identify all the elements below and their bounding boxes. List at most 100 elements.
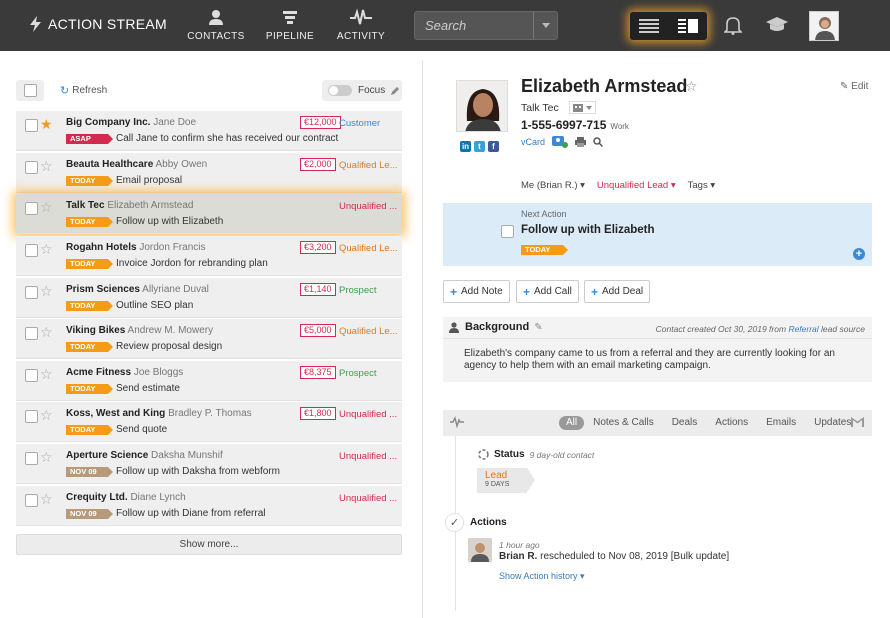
split-view-button[interactable] (669, 12, 708, 40)
star-icon[interactable]: ☆ (40, 158, 53, 175)
add-action-icon[interactable]: + (853, 248, 865, 260)
row-checkbox[interactable] (25, 202, 38, 216)
star-icon[interactable]: ☆ (40, 449, 53, 466)
star-icon[interactable]: ☆ (40, 283, 53, 300)
list-item[interactable]: ☆ Crequity Ltd. Diane Lynch Unqualified ..… (16, 485, 402, 526)
list-item[interactable]: ☆ Prism Sciences Allyriane Duval €1,140 Pro… (16, 277, 402, 318)
star-icon[interactable]: ☆ (40, 199, 53, 216)
edit-button[interactable]: ✎ Edit (840, 81, 868, 92)
gmail-icon[interactable] (851, 417, 864, 427)
add-call-label: Add Call (534, 286, 572, 297)
twitter-icon[interactable]: t (474, 141, 485, 152)
list-item[interactable]: ☆ Acme Fitness Joe Bloggs €8,375 Prospect TO… (16, 360, 402, 401)
academy-button[interactable] (765, 14, 789, 37)
print-icon[interactable] (575, 137, 587, 147)
stage-dropdown[interactable]: Unqualified Lead ▾ (597, 180, 676, 191)
row-checkbox[interactable] (25, 243, 38, 257)
row-company[interactable]: Talk Tec Elizabeth Armstead (66, 200, 194, 211)
contact-org[interactable]: Talk Tec (521, 102, 559, 114)
select-all-checkbox[interactable] (16, 80, 44, 101)
row-company[interactable]: Big Company Inc. Jane Doe (66, 117, 196, 128)
list-item[interactable]: ☆ Talk Tec Elizabeth Armstead Unqualified … (16, 194, 402, 235)
star-icon[interactable]: ☆ (40, 366, 53, 383)
company-name: Koss, West and King (66, 408, 166, 420)
list-item[interactable]: ☆ Koss, West and King Bradley P. Thomas €1… (16, 402, 402, 443)
show-action-history-link[interactable]: Show Action history ▾ (499, 571, 585, 582)
row-checkbox[interactable] (25, 410, 38, 424)
star-icon[interactable]: ☆ (40, 324, 53, 341)
list-item[interactable]: ★ Big Company Inc. Jane Doe €12,000 Custome… (16, 111, 402, 151)
action-user[interactable]: Brian R. (499, 551, 537, 562)
nav-pipeline[interactable]: PIPELINE (255, 7, 325, 42)
list-item[interactable]: ☆ Rogahn Hotels Jordon Francis €3,200 Quali… (16, 235, 402, 276)
company-name: Viking Bikes (66, 325, 126, 337)
due-tag: TODAY (66, 175, 113, 186)
vcard-link[interactable]: vCard (521, 137, 545, 147)
row-company[interactable]: Beauta Healthcare Abby Owen (66, 159, 207, 170)
add-deal-button[interactable]: + Add Deal (584, 280, 651, 303)
org-selector[interactable] (568, 101, 596, 114)
search-input[interactable] (415, 12, 533, 39)
star-icon[interactable]: ☆ (40, 241, 53, 258)
contact-photo[interactable] (456, 80, 508, 132)
lead-source-link[interactable]: Referral (788, 324, 818, 334)
contact-phone[interactable]: 1-555-6997-715 Work (521, 118, 629, 132)
pulse-icon (450, 416, 464, 428)
facebook-icon[interactable]: f (488, 141, 499, 152)
row-company[interactable]: Acme Fitness Joe Bloggs (66, 367, 183, 378)
add-call-button[interactable]: + Add Call (516, 280, 579, 303)
favorite-star-icon[interactable]: ☆ (685, 78, 698, 95)
row-checkbox[interactable] (25, 493, 38, 507)
check-icon: ✓ (445, 513, 464, 532)
brand[interactable]: ACTION STREAM (30, 16, 167, 32)
row-checkbox[interactable] (25, 285, 38, 299)
nav-contacts[interactable]: CONTACTS (181, 7, 251, 42)
owner-dropdown[interactable]: Me (Brian R.) ▾ (521, 180, 585, 191)
search-dropdown[interactable] (533, 12, 557, 39)
list-item[interactable]: ☆ Aperture Science Daksha Munshif Unqualif… (16, 444, 402, 485)
row-company[interactable]: Rogahn Hotels Jordon Francis (66, 242, 205, 253)
add-contact-icon[interactable] (552, 136, 569, 148)
star-icon[interactable]: ☆ (40, 491, 53, 508)
row-checkbox[interactable] (25, 452, 38, 466)
add-note-button[interactable]: + Add Note (443, 280, 510, 303)
show-more-button[interactable]: Show more... (16, 534, 402, 555)
star-icon[interactable]: ☆ (40, 407, 53, 424)
graduation-cap-icon (766, 17, 788, 31)
tags-dropdown[interactable]: Tags ▾ (688, 180, 716, 191)
list-view-button[interactable] (630, 12, 669, 40)
next-action-checkbox[interactable] (501, 225, 514, 238)
row-company[interactable]: Prism Sciences Allyriane Duval (66, 284, 209, 295)
row-company[interactable]: Koss, West and King Bradley P. Thomas (66, 408, 252, 419)
feed-tab[interactable]: Emails (757, 416, 805, 430)
background-title-label: Background (465, 321, 530, 333)
row-checkbox[interactable] (25, 327, 38, 341)
linkedin-icon[interactable]: in (460, 141, 471, 152)
row-company[interactable]: Viking Bikes Andrew M. Mowery (66, 325, 213, 336)
list-item[interactable]: ☆ Viking Bikes Andrew M. Mowery €5,000 Qual… (16, 319, 402, 360)
row-checkbox[interactable] (25, 368, 38, 382)
search-icon[interactable] (593, 137, 604, 147)
company-name: Talk Tec (66, 200, 105, 212)
row-company[interactable]: Crequity Ltd. Diane Lynch (66, 492, 186, 503)
star-icon[interactable]: ★ (40, 116, 53, 133)
background-section: Background ✎ Contact created Oct 30, 201… (443, 317, 872, 382)
feed-tab[interactable]: Actions (706, 416, 757, 430)
feed-tab[interactable]: Notes & Calls (584, 416, 663, 430)
person-icon (449, 321, 459, 333)
bell-icon (723, 17, 743, 35)
next-action-task[interactable]: Follow up with Elizabeth (521, 224, 655, 236)
user-avatar[interactable] (809, 11, 839, 41)
feed-tab[interactable]: All (559, 416, 585, 430)
row-checkbox[interactable] (25, 160, 38, 174)
feed-tab[interactable]: Deals (663, 416, 707, 430)
pencil-icon[interactable]: ✎ (534, 322, 542, 333)
list-item[interactable]: ☆ Beauta Healthcare Abby Owen €2,000 Qualif… (16, 152, 402, 193)
focus-toggle[interactable]: Focus (322, 80, 402, 101)
nav-activity[interactable]: ACTIVITY (326, 7, 396, 42)
status-badge: Qualified Le... (339, 326, 398, 338)
row-checkbox[interactable] (25, 119, 38, 132)
row-company[interactable]: Aperture Science Daksha Munshif (66, 450, 223, 461)
notifications-button[interactable] (723, 15, 743, 38)
refresh-button[interactable]: ↻ Refresh (60, 84, 107, 97)
